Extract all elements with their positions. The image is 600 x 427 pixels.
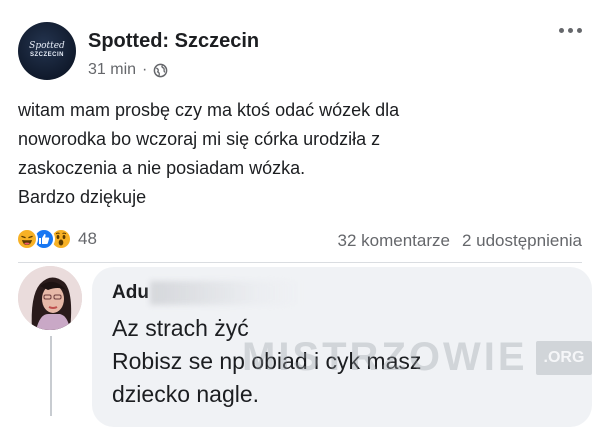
post-body-line: Bardzo dziękuje (18, 187, 147, 207)
watermark-text: MISTRZOWIE (242, 335, 528, 379)
more-dot (559, 28, 564, 33)
logo-script-text: Spotted (29, 41, 65, 51)
reaction-count: 48 (78, 229, 97, 248)
haha-reaction-icon (16, 228, 38, 250)
globe-icon[interactable] (153, 63, 168, 78)
logo-city-text: SZCZECIN (29, 52, 64, 58)
page-avatar-logo: Spotted SZCZECIN (29, 42, 65, 60)
comments-count-link[interactable]: 32 komentarze (338, 231, 450, 251)
comment-line: dziecko nagle. (112, 381, 260, 407)
more-dot (577, 28, 582, 33)
commenter-avatar[interactable] (18, 266, 82, 330)
comment-thread-line (50, 336, 52, 416)
divider (18, 262, 582, 263)
shares-count-link[interactable]: 2 udostępnienia (462, 231, 582, 251)
reactions-summary[interactable]: 48 (16, 228, 97, 250)
watermark-badge: .ORG (535, 340, 593, 375)
meta-separator: · (142, 61, 148, 78)
post-stats: 32 komentarze 2 udostępnienia (338, 231, 583, 251)
more-dot (568, 28, 573, 33)
page-name[interactable]: Spotted: Szczecin (88, 30, 259, 53)
post-meta: 31 min · (88, 61, 168, 79)
post-body-line: noworodka bo wczoraj mi się córka urodzi… (18, 129, 381, 149)
page-avatar[interactable]: Spotted SZCZECIN (18, 22, 76, 80)
facebook-post: Spotted SZCZECIN Spotted: Szczecin 31 mi… (0, 0, 600, 427)
post-body-line: witam mam prosbę czy ma ktoś odać wózek … (18, 100, 400, 120)
post-time[interactable]: 31 min (88, 61, 136, 79)
post-body-line: zaskoczenia a nie posiadam wózka. (18, 158, 306, 178)
more-options-icon[interactable] (559, 28, 582, 33)
post-body: witam mam prosbę czy ma ktoś odać wózek … (18, 96, 588, 212)
comment-author[interactable]: Adu (112, 282, 149, 304)
commenter-photo (18, 266, 82, 330)
author-name-blur (150, 281, 300, 305)
watermark: MISTRZOWIE .ORG (242, 335, 593, 380)
